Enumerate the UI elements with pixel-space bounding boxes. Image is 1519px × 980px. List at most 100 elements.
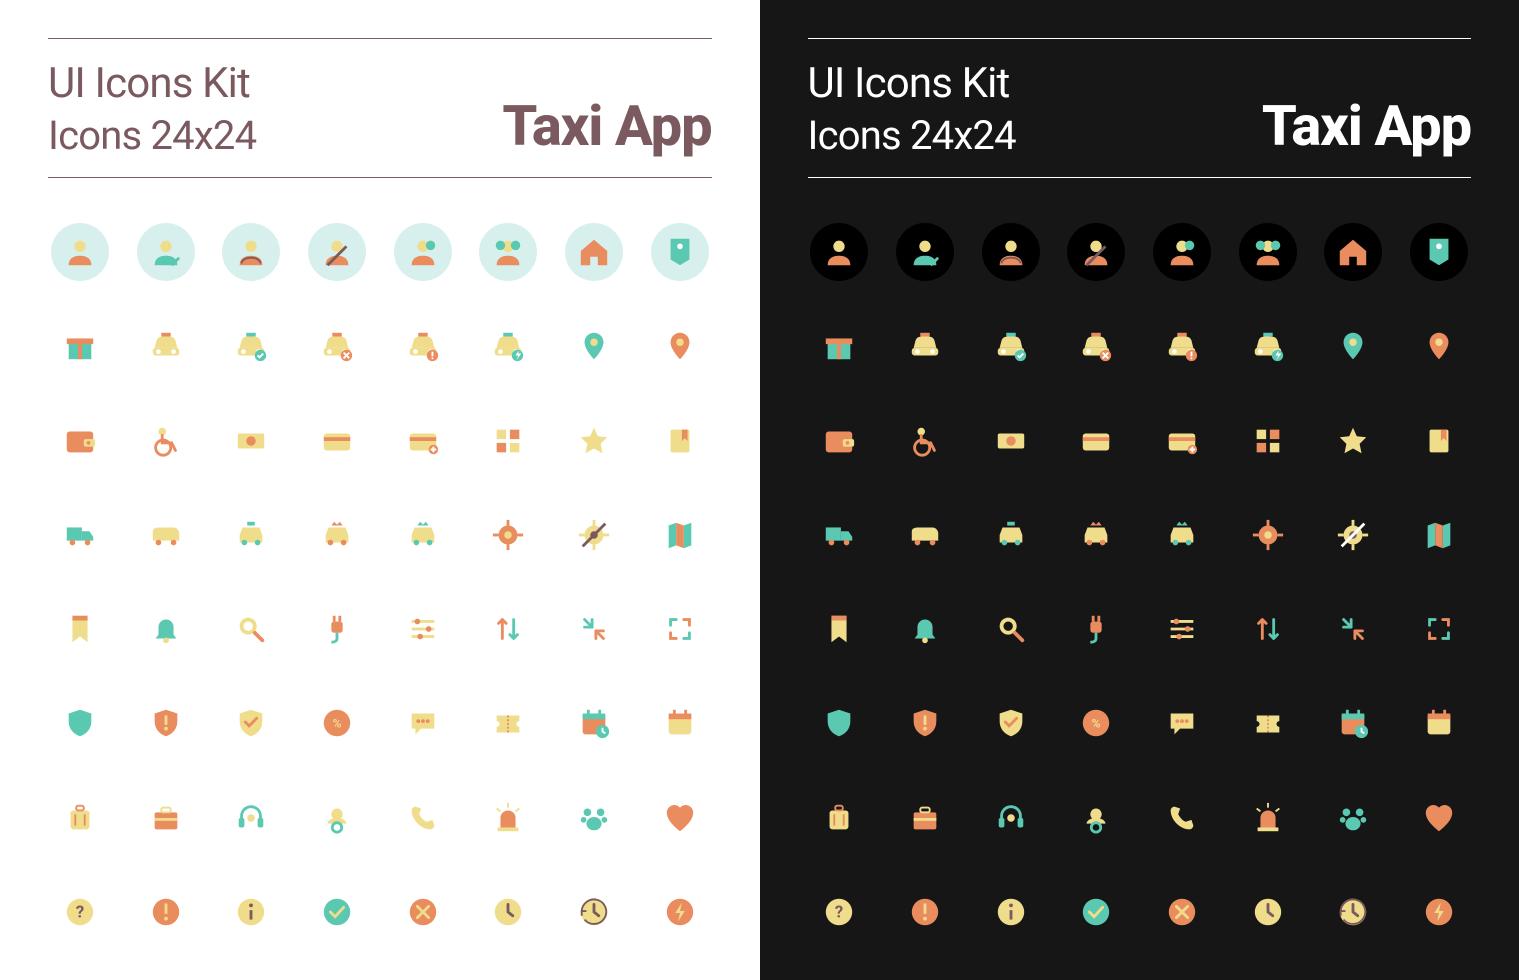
paw-icon bbox=[565, 789, 623, 847]
calendar-clock-icon bbox=[1324, 694, 1382, 752]
car-crown-icon bbox=[1067, 506, 1125, 564]
shield-icon bbox=[810, 694, 868, 752]
icon-grid-light: %? bbox=[48, 214, 712, 950]
user-driver-icon bbox=[222, 223, 280, 281]
plug-icon bbox=[308, 600, 366, 658]
card-icon bbox=[1067, 412, 1125, 470]
app-name: Taxi App bbox=[502, 93, 711, 159]
headset-icon bbox=[222, 789, 280, 847]
icon-grid-dark: %? bbox=[808, 214, 1472, 950]
collapse-icon bbox=[1324, 600, 1382, 658]
map-icon bbox=[651, 506, 709, 564]
success-icon bbox=[1067, 883, 1125, 941]
home-icon bbox=[565, 223, 623, 281]
bookmark-ribbon-icon bbox=[810, 600, 868, 658]
headset-icon bbox=[982, 789, 1040, 847]
panel-header: UI Icons Kit Icons 24x24 Taxi App bbox=[48, 39, 712, 177]
taxi-check-icon bbox=[982, 317, 1040, 375]
expand-icon bbox=[651, 600, 709, 658]
bookmark-icon bbox=[1410, 412, 1468, 470]
car-vip-icon bbox=[1153, 506, 1211, 564]
ticket-icon bbox=[479, 694, 537, 752]
siren-icon bbox=[479, 789, 537, 847]
luggage-icon bbox=[810, 789, 868, 847]
taxi-front-icon bbox=[896, 317, 954, 375]
taxi-alert-icon bbox=[394, 317, 452, 375]
user-seatbelt-icon bbox=[308, 223, 366, 281]
car-vip-icon bbox=[394, 506, 452, 564]
taxi-electric-icon bbox=[1239, 317, 1297, 375]
paw-icon bbox=[1324, 789, 1382, 847]
error-icon bbox=[1153, 883, 1211, 941]
bell-icon bbox=[137, 600, 195, 658]
collapse-icon bbox=[565, 600, 623, 658]
user-icon bbox=[51, 223, 109, 281]
taxi-check-icon bbox=[222, 317, 280, 375]
heart-icon bbox=[1410, 789, 1468, 847]
kit-size: Icons 24x24 bbox=[48, 112, 256, 159]
blocks-icon bbox=[1239, 412, 1297, 470]
users-group-icon bbox=[1239, 223, 1297, 281]
help-icon: ? bbox=[51, 883, 109, 941]
success-icon bbox=[308, 883, 366, 941]
gift-icon bbox=[810, 317, 868, 375]
user-check-icon bbox=[896, 223, 954, 281]
card-add-icon bbox=[1153, 412, 1211, 470]
map-icon bbox=[1410, 506, 1468, 564]
card-icon bbox=[308, 412, 366, 470]
taxi-cancel-icon bbox=[308, 317, 366, 375]
info-icon bbox=[982, 883, 1040, 941]
divider-bottom bbox=[48, 177, 712, 178]
blocks-icon bbox=[479, 412, 537, 470]
panel-header: UI Icons Kit Icons 24x24 Taxi App bbox=[808, 39, 1472, 177]
kit-size: Icons 24x24 bbox=[808, 112, 1016, 159]
svg-text:%: % bbox=[332, 717, 341, 731]
flash-icon bbox=[1410, 883, 1468, 941]
home-icon bbox=[1324, 223, 1382, 281]
chat-icon bbox=[394, 694, 452, 752]
expand-icon bbox=[1410, 600, 1468, 658]
help-icon: ? bbox=[810, 883, 868, 941]
taxi-cancel-icon bbox=[1067, 317, 1125, 375]
svg-text:%: % bbox=[1092, 717, 1101, 731]
van-icon bbox=[896, 506, 954, 564]
wallet-icon bbox=[810, 412, 868, 470]
kit-title: UI Icons Kit bbox=[808, 59, 1016, 108]
taxi-front-icon bbox=[137, 317, 195, 375]
sliders-icon bbox=[394, 600, 452, 658]
svg-text:?: ? bbox=[76, 903, 84, 923]
truck-icon bbox=[810, 506, 868, 564]
users-pair-icon bbox=[1153, 223, 1211, 281]
chat-icon bbox=[1153, 694, 1211, 752]
phone-icon bbox=[394, 789, 452, 847]
bookmark-icon bbox=[651, 412, 709, 470]
plug-icon bbox=[1067, 600, 1125, 658]
kit-title: UI Icons Kit bbox=[48, 59, 256, 108]
light-theme-panel: UI Icons Kit Icons 24x24 Taxi App %? bbox=[0, 0, 760, 980]
truck-icon bbox=[51, 506, 109, 564]
crosshair-off-icon bbox=[1324, 506, 1382, 564]
warning-icon bbox=[137, 883, 195, 941]
crosshair-off-icon bbox=[565, 506, 623, 564]
shield-alert-icon bbox=[896, 694, 954, 752]
dark-theme-panel: UI Icons Kit Icons 24x24 Taxi App %? bbox=[760, 0, 1519, 980]
crosshair-icon bbox=[479, 506, 537, 564]
users-pair-icon bbox=[394, 223, 452, 281]
search-icon bbox=[982, 600, 1040, 658]
user-driver-icon bbox=[982, 223, 1040, 281]
bell-icon bbox=[896, 600, 954, 658]
briefcase-icon bbox=[137, 789, 195, 847]
card-add-icon bbox=[394, 412, 452, 470]
car-crown-icon bbox=[308, 506, 366, 564]
svg-text:?: ? bbox=[835, 903, 843, 923]
wheelchair-icon bbox=[137, 412, 195, 470]
briefcase-icon bbox=[896, 789, 954, 847]
cash-icon bbox=[222, 412, 280, 470]
user-check-icon bbox=[137, 223, 195, 281]
sort-icon bbox=[1239, 600, 1297, 658]
pacifier-icon bbox=[1067, 789, 1125, 847]
calendar-icon bbox=[1410, 694, 1468, 752]
users-group-icon bbox=[479, 223, 537, 281]
gift-icon bbox=[51, 317, 109, 375]
search-icon bbox=[222, 600, 280, 658]
